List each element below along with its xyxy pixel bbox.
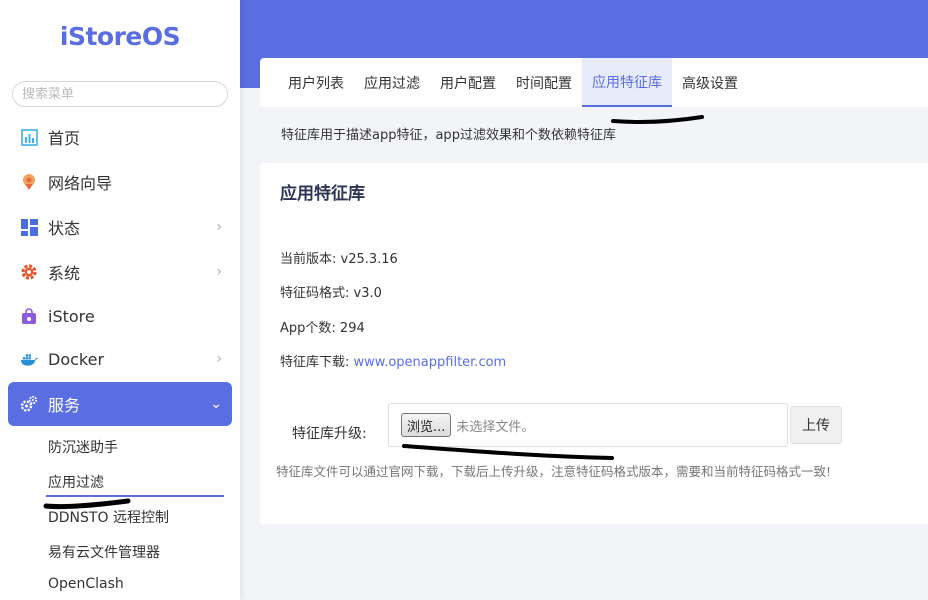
- sidebar-item-status[interactable]: 状态 ›: [8, 205, 232, 249]
- sidebar-item-home[interactable]: 首页: [8, 115, 232, 159]
- services-gears-icon: [20, 395, 38, 413]
- upgrade-hint: 特征库文件可以通过官网下载，下载后上传升级，注意特征码格式版本，需要和当前特征码…: [276, 464, 832, 479]
- chevron-right-icon: ›: [216, 351, 222, 367]
- app-count-value: 294: [339, 321, 365, 336]
- tab-user-list[interactable]: 用户列表: [278, 58, 354, 107]
- tab-user-config[interactable]: 用户配置: [430, 58, 506, 107]
- download-link[interactable]: www.openappfilter.com: [354, 355, 507, 370]
- tab-feature-library[interactable]: 应用特征库: [582, 58, 672, 107]
- tab-time-config[interactable]: 时间配置: [506, 58, 582, 107]
- globe-pin-icon: [20, 173, 38, 191]
- chevron-right-icon: ›: [216, 264, 222, 280]
- active-subitem-underline: [46, 495, 224, 497]
- browse-button[interactable]: 浏览...: [401, 413, 452, 437]
- download-label: 特征库下载:: [280, 355, 354, 370]
- app-count-row: App个数: 294: [280, 317, 365, 336]
- gear-icon: [20, 263, 38, 281]
- sidebar-item-label: iStore: [48, 306, 95, 326]
- app-count-label: App个数:: [280, 321, 340, 336]
- menu-search-input[interactable]: [12, 81, 228, 107]
- sidebar-subitem-ddnsto[interactable]: DDNSTO 远程控制: [48, 507, 169, 527]
- feature-library-card: 应用特征库 当前版本: v25.3.16 特征码格式: v3.0 App个数: …: [260, 163, 928, 524]
- sidebar-item-label: 首页: [48, 129, 81, 148]
- section-title: 应用特征库: [280, 184, 365, 204]
- sidebar-subitem-openclash[interactable]: OpenClash: [48, 576, 124, 592]
- current-version-value: v25.3.16: [340, 252, 398, 267]
- sidebar-item-docker[interactable]: Docker ›: [8, 337, 232, 381]
- chevron-down-icon: ⌄: [210, 396, 222, 412]
- tab-bar: 用户列表 应用过滤 用户配置 时间配置 应用特征库 高级设置: [260, 58, 928, 107]
- sidebar-item-label: 系统: [48, 264, 81, 283]
- sidebar: iStoreOS 首页 网络向导: [0, 0, 240, 600]
- sidebar-subitem-anti-addiction[interactable]: 防沉迷助手: [48, 437, 118, 457]
- sidebar-item-label: 状态: [48, 219, 81, 238]
- dashboard-grid-icon: [20, 218, 38, 236]
- download-row: 特征库下载: www.openappfilter.com: [280, 351, 506, 370]
- chart-icon: [20, 128, 38, 146]
- sidebar-subitem-file-manager[interactable]: 易有云文件管理器: [48, 542, 160, 562]
- file-input[interactable]: 浏览... 未选择文件。: [388, 403, 788, 447]
- file-status-text: 未选择文件。: [456, 419, 535, 435]
- feature-format-label: 特征码格式:: [280, 286, 354, 301]
- sidebar-subitem-app-filter[interactable]: 应用过滤: [48, 472, 104, 492]
- page-description: 特征库用于描述app特征，app过滤效果和个数依赖特征库: [281, 128, 616, 143]
- upgrade-label: 特征库升级:: [292, 426, 367, 442]
- current-version-label: 当前版本:: [280, 252, 341, 267]
- feature-format-row: 特征码格式: v3.0: [280, 282, 382, 301]
- sidebar-item-services[interactable]: 服务 ⌄: [8, 382, 232, 426]
- feature-format-value: v3.0: [353, 286, 382, 301]
- tab-advanced-settings[interactable]: 高级设置: [672, 58, 748, 107]
- sidebar-item-label: Docker: [48, 349, 105, 369]
- annotation-stroke: [611, 115, 704, 124]
- tab-app-filter[interactable]: 应用过滤: [354, 58, 430, 107]
- sidebar-item-label: 服务: [48, 396, 81, 415]
- upload-button[interactable]: 上传: [790, 406, 842, 444]
- store-bag-icon: [20, 307, 38, 325]
- chevron-right-icon: ›: [216, 219, 222, 235]
- docker-whale-icon: [20, 350, 38, 368]
- sidebar-item-network-wizard[interactable]: 网络向导: [8, 160, 232, 204]
- current-version-row: 当前版本: v25.3.16: [280, 248, 398, 267]
- sidebar-item-label: 网络向导: [48, 174, 113, 193]
- brand-logo[interactable]: iStoreOS: [0, 22, 240, 51]
- sidebar-item-istore[interactable]: iStore: [8, 294, 232, 338]
- sidebar-item-system[interactable]: 系统 ›: [8, 250, 232, 294]
